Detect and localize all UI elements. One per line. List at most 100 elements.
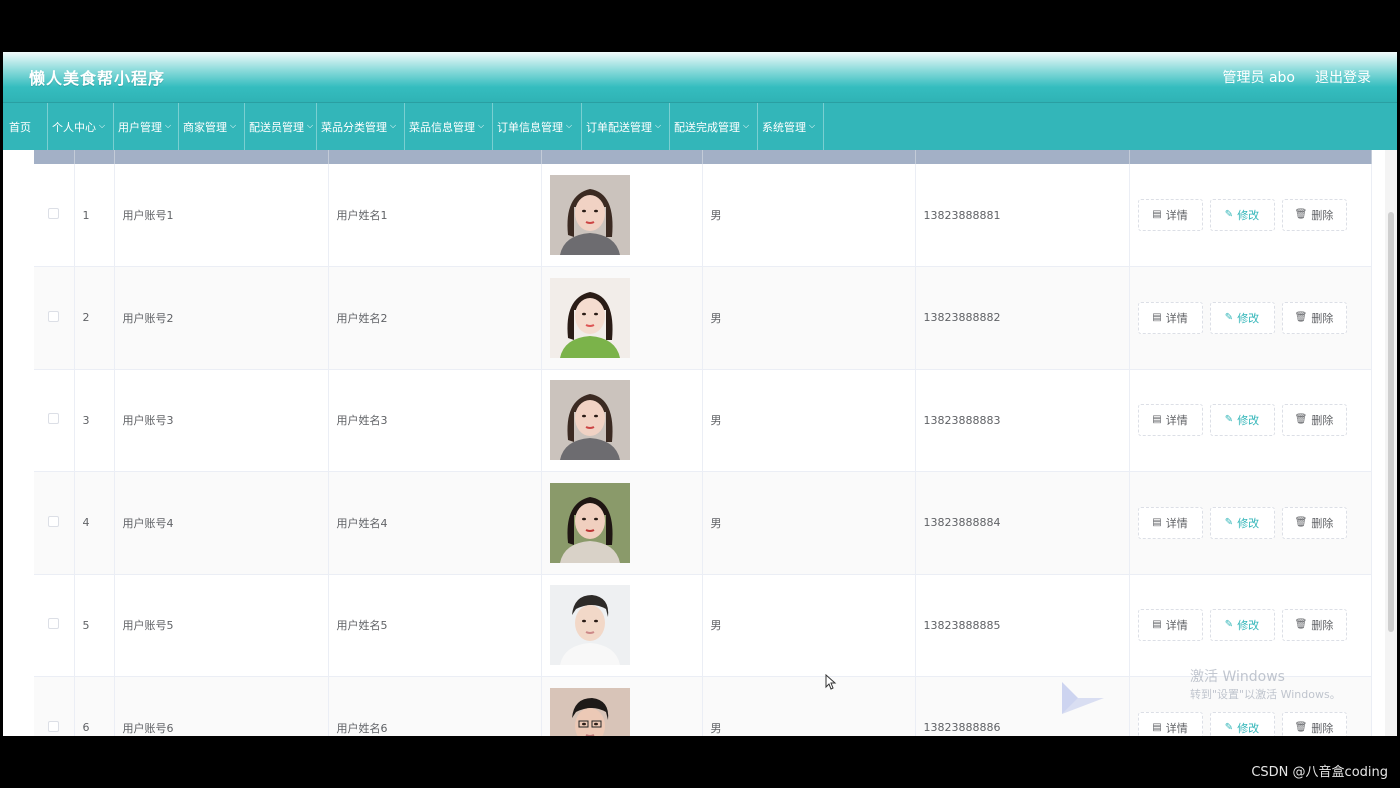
nav-item-5[interactable]: 菜品分类管理 ⌵ bbox=[317, 103, 405, 150]
pencil-icon: ✎ bbox=[1224, 414, 1234, 426]
row-checkbox-cell bbox=[34, 676, 75, 736]
row-index: 3 bbox=[74, 369, 115, 472]
nav-item-1[interactable]: 个人中心 ⌵ bbox=[48, 103, 114, 150]
chevron-down-icon: ⌵ bbox=[743, 120, 750, 130]
pencil-icon: ✎ bbox=[1224, 209, 1234, 220]
trash-icon: 🗑 bbox=[1294, 721, 1308, 733]
row-checkbox[interactable] bbox=[48, 515, 60, 527]
row-index: 2 bbox=[74, 266, 115, 369]
delete-button[interactable]: 🗑 删除 bbox=[1281, 301, 1347, 334]
nav-item-9[interactable]: 配送完成管理 ⌵ bbox=[670, 103, 758, 150]
user-phone: 13823888886 bbox=[915, 676, 1130, 736]
chevron-down-icon: ⌵ bbox=[655, 120, 662, 130]
user-name: 用户姓名1 bbox=[328, 164, 542, 267]
delete-label: 删除 bbox=[1311, 721, 1334, 735]
detail-label: 详情 bbox=[1165, 414, 1188, 428]
nav-item-label: 商家管理 bbox=[183, 120, 227, 134]
avatar-cell bbox=[541, 266, 703, 369]
avatar bbox=[549, 687, 630, 736]
avatar bbox=[549, 277, 630, 358]
nav-item-label: 个人中心 bbox=[52, 120, 96, 134]
avatar-cell bbox=[541, 369, 703, 472]
nav-item-label: 菜品信息管理 bbox=[409, 120, 475, 134]
delete-button[interactable]: 🗑 删除 bbox=[1281, 609, 1347, 642]
row-checkbox[interactable] bbox=[48, 413, 60, 425]
document-icon: ▤ bbox=[1152, 619, 1162, 631]
admin-user-label[interactable]: 管理员 abo bbox=[1223, 67, 1295, 87]
content-area: 1 用户账号1 用户姓名1 男 13823888881 ▤ 详情 ✎ 修改 🗑 删除 … bbox=[3, 150, 1397, 736]
user-table: 1 用户账号1 用户姓名1 男 13823888881 ▤ 详情 ✎ 修改 🗑 删除 … bbox=[34, 150, 1372, 736]
nav-item-6[interactable]: 菜品信息管理 ⌵ bbox=[405, 103, 493, 150]
chevron-down-icon: ⌵ bbox=[566, 120, 573, 130]
pencil-icon: ✎ bbox=[1224, 311, 1234, 323]
document-icon: ▤ bbox=[1152, 414, 1162, 426]
mouse-cursor-icon bbox=[825, 674, 837, 690]
avatar bbox=[549, 482, 630, 563]
chevron-down-icon: ⌵ bbox=[390, 120, 397, 130]
table-row: 3 用户账号3 用户姓名3 男 13823888883 ▤ 详情 ✎ 修改 🗑 删除 bbox=[34, 369, 1372, 472]
nav-item-7[interactable]: 订单信息管理 ⌵ bbox=[493, 103, 582, 150]
row-checkbox-cell bbox=[34, 574, 75, 677]
chevron-down-icon: ⌵ bbox=[230, 120, 237, 130]
edit-button[interactable]: ✎ 修改 bbox=[1209, 199, 1275, 231]
detail-button[interactable]: ▤ 详情 bbox=[1137, 609, 1203, 642]
actions-cell: ▤ 详情 ✎ 修改 🗑 删除 bbox=[1129, 164, 1372, 267]
logout-button[interactable]: 退出登录 bbox=[1315, 67, 1371, 87]
nav-item-label: 配送完成管理 bbox=[674, 120, 740, 134]
row-checkbox[interactable] bbox=[48, 208, 60, 219]
delete-button[interactable]: 🗑 删除 bbox=[1281, 199, 1347, 231]
edit-button[interactable]: ✎ 修改 bbox=[1209, 711, 1275, 736]
user-gender: 男 bbox=[702, 471, 916, 574]
delete-button[interactable]: 🗑 删除 bbox=[1281, 404, 1347, 437]
edit-button[interactable]: ✎ 修改 bbox=[1209, 301, 1275, 334]
avatar-cell bbox=[541, 574, 703, 677]
document-icon: ▤ bbox=[1152, 516, 1162, 528]
table-row: 6 用户账号6 用户姓名6 男 13823888886 ▤ 详情 ✎ 修改 🗑 删除 bbox=[34, 676, 1372, 736]
detail-button[interactable]: ▤ 详情 bbox=[1137, 199, 1203, 231]
detail-button[interactable]: ▤ 详情 bbox=[1137, 404, 1203, 437]
nav-item-label: 用户管理 bbox=[118, 120, 162, 134]
nav-item-2[interactable]: 用户管理 ⌵ bbox=[114, 103, 179, 150]
user-gender: 男 bbox=[702, 164, 916, 267]
user-name: 用户姓名6 bbox=[328, 676, 542, 736]
nav-item-3[interactable]: 商家管理 ⌵ bbox=[179, 103, 245, 150]
actions-cell: ▤ 详情 ✎ 修改 🗑 删除 bbox=[1129, 266, 1372, 369]
edit-button[interactable]: ✎ 修改 bbox=[1209, 404, 1275, 437]
edit-label: 修改 bbox=[1237, 414, 1260, 428]
edit-button[interactable]: ✎ 修改 bbox=[1209, 506, 1275, 539]
actions-cell: ▤ 详情 ✎ 修改 🗑 删除 bbox=[1129, 369, 1372, 472]
scrollbar-thumb[interactable] bbox=[1388, 212, 1394, 632]
edit-label: 修改 bbox=[1237, 311, 1260, 325]
row-index: 1 bbox=[74, 164, 115, 267]
row-checkbox[interactable] bbox=[48, 618, 60, 630]
user-phone: 13823888882 bbox=[915, 266, 1130, 369]
nav-item-label: 订单配送管理 bbox=[586, 120, 652, 134]
delete-button[interactable]: 🗑 删除 bbox=[1281, 506, 1347, 539]
nav-item-0[interactable]: 首页 bbox=[3, 103, 48, 150]
detail-button[interactable]: ▤ 详情 bbox=[1137, 711, 1203, 736]
user-name: 用户姓名3 bbox=[328, 369, 542, 472]
detail-label: 详情 bbox=[1165, 311, 1188, 325]
chevron-down-icon: ⌵ bbox=[809, 120, 816, 130]
nav-item-4[interactable]: 配送员管理 ⌵ bbox=[245, 103, 317, 150]
edit-label: 修改 bbox=[1237, 516, 1260, 530]
detail-label: 详情 bbox=[1165, 721, 1188, 735]
row-checkbox[interactable] bbox=[48, 310, 60, 322]
detail-button[interactable]: ▤ 详情 bbox=[1137, 301, 1203, 334]
pencil-icon: ✎ bbox=[1224, 619, 1234, 631]
nav-item-8[interactable]: 订单配送管理 ⌵ bbox=[582, 103, 670, 150]
nav-item-label: 系统管理 bbox=[762, 120, 806, 134]
delete-button[interactable]: 🗑 删除 bbox=[1281, 711, 1347, 736]
nav-item-10[interactable]: 系统管理 ⌵ bbox=[758, 103, 824, 150]
nav-item-label: 配送员管理 bbox=[249, 120, 304, 134]
user-account: 用户账号5 bbox=[114, 574, 329, 677]
detail-label: 详情 bbox=[1165, 209, 1188, 222]
table-header bbox=[34, 150, 1372, 164]
delete-label: 删除 bbox=[1311, 209, 1334, 222]
user-phone: 13823888881 bbox=[915, 164, 1130, 267]
edit-label: 修改 bbox=[1237, 209, 1260, 222]
row-checkbox[interactable] bbox=[48, 720, 60, 732]
delete-label: 删除 bbox=[1311, 311, 1334, 325]
detail-button[interactable]: ▤ 详情 bbox=[1137, 506, 1203, 539]
edit-button[interactable]: ✎ 修改 bbox=[1209, 609, 1275, 642]
